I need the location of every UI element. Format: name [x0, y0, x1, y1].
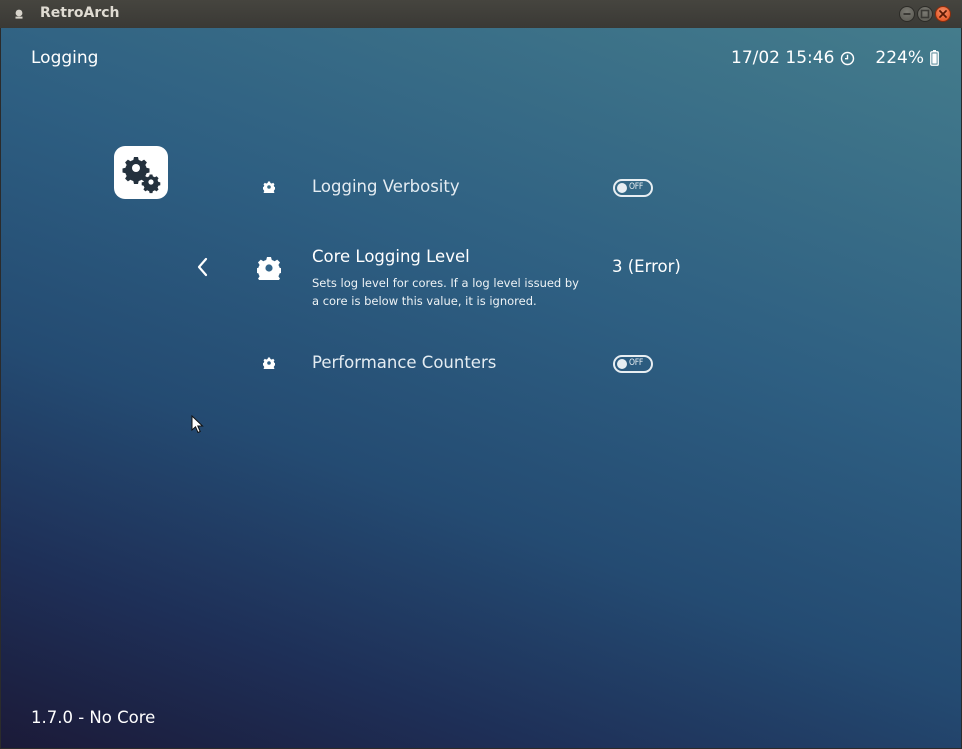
description-line-2: a core is below this value, it is ignore… — [312, 294, 537, 308]
version-label: 1.7.0 - No Core — [31, 708, 156, 727]
app-icon — [15, 9, 23, 19]
battery-icon — [930, 50, 939, 66]
gear-icon — [263, 181, 275, 193]
clock-icon — [841, 51, 855, 65]
settings-gears-icon — [122, 157, 161, 194]
close-icon — [939, 10, 947, 18]
menu-screen: Logging 17/02 15:46 224% Logging Verbosi… — [1, 28, 961, 748]
menu-item-description: Sets log level for cores. If a log level… — [312, 274, 602, 310]
mouse-cursor-icon — [191, 415, 204, 434]
gear-icon — [263, 357, 275, 369]
logging-verbosity-toggle[interactable]: OFF — [613, 179, 653, 197]
menu-item-performance-counters[interactable]: Performance Counters — [312, 353, 496, 372]
menu-item-logging-verbosity[interactable]: Logging Verbosity — [312, 177, 460, 196]
toggle-knob — [617, 359, 627, 369]
minimize-icon — [903, 13, 911, 15]
maximize-icon — [920, 9, 930, 19]
page-title: Logging — [31, 48, 99, 68]
toggle-knob — [617, 183, 627, 193]
status-area: 17/02 15:46 224% — [731, 48, 939, 68]
battery-label: 224% — [875, 48, 924, 68]
retroarch-window: RetroArch Logging 17/02 15:46 224% Loggi… — [0, 0, 962, 749]
settings-category-icon — [114, 146, 168, 199]
maximize-button[interactable] — [917, 6, 933, 22]
window-titlebar[interactable]: RetroArch — [0, 0, 962, 28]
minimize-button[interactable] — [899, 6, 915, 22]
toggle-state-label: OFF — [629, 182, 643, 192]
toggle-state-label: OFF — [629, 358, 643, 368]
chevron-left-icon[interactable] — [196, 257, 210, 277]
window-title: RetroArch — [40, 5, 120, 21]
performance-counters-toggle[interactable]: OFF — [613, 355, 653, 373]
gear-icon — [257, 257, 281, 280]
description-line-1: Sets log level for cores. If a log level… — [312, 276, 579, 290]
core-logging-level-value[interactable]: 3 (Error) — [612, 257, 681, 276]
datetime-label: 17/02 15:46 — [731, 48, 835, 68]
close-button[interactable] — [935, 6, 951, 22]
menu-item-core-logging-level[interactable]: Core Logging Level — [312, 247, 470, 266]
